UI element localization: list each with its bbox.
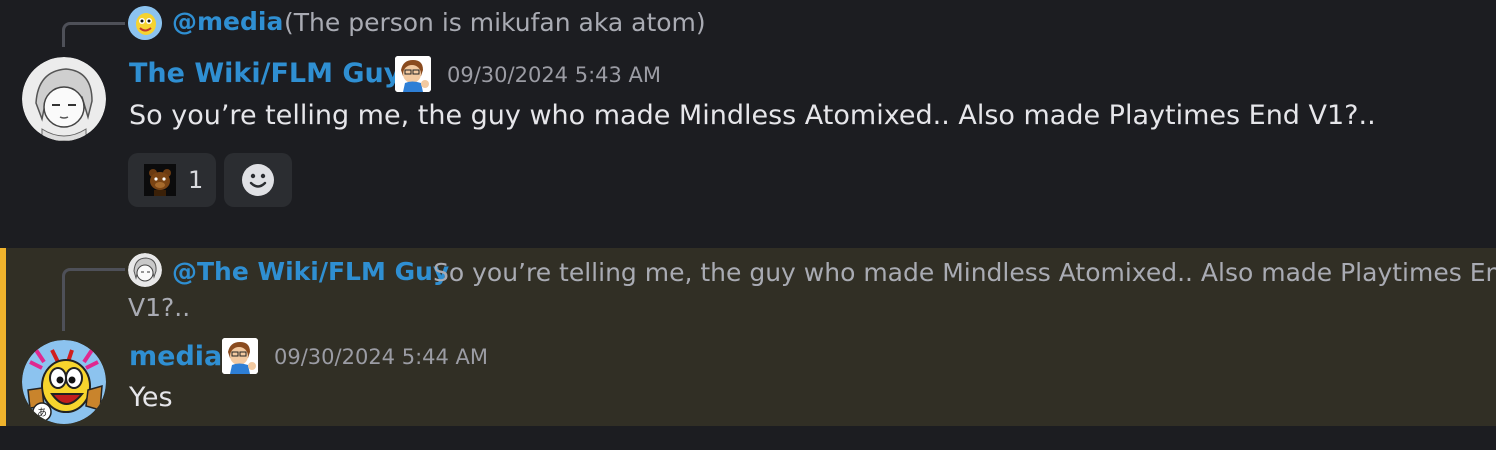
message-timestamp[interactable]: 09/30/2024 5:44 AM <box>274 345 488 369</box>
add-reaction-button[interactable] <box>224 153 292 207</box>
reply-connector <box>62 22 125 47</box>
reply-preview-text[interactable]: So you’re telling me, the guy who made M… <box>433 258 1496 287</box>
reaction-button[interactable]: 1 <box>128 153 216 207</box>
message-content: So you’re telling me, the guy who made M… <box>129 100 1376 131</box>
reply-preview-text[interactable]: (The person is mikufan aka atom) <box>284 8 706 37</box>
message-timestamp[interactable]: 09/30/2024 5:43 AM <box>447 63 661 87</box>
reply-author-mention[interactable]: @media <box>172 7 283 36</box>
message-content: Yes <box>129 382 173 413</box>
reply-avatar[interactable] <box>128 6 162 40</box>
reply-connector <box>62 268 125 331</box>
mention-highlight-bar <box>0 248 6 426</box>
reply-avatar[interactable] <box>128 253 162 287</box>
avatar[interactable] <box>22 57 106 141</box>
message-item-mentioned[interactable]: @The Wiki/FLM Guy So you’re telling me, … <box>0 248 1496 426</box>
reply-preview-text-continued[interactable]: V1?.. <box>128 293 190 322</box>
svg-text:あ: あ <box>37 407 47 419</box>
bear-emoji-icon <box>144 164 176 196</box>
author-name[interactable]: media <box>129 341 222 372</box>
role-icon[interactable] <box>395 56 431 92</box>
role-icon[interactable] <box>222 338 258 374</box>
reply-author-mention[interactable]: @The Wiki/FLM Guy <box>172 257 449 286</box>
reaction-count: 1 <box>188 166 204 194</box>
author-name[interactable]: The Wiki/FLM Guy <box>129 58 401 89</box>
avatar[interactable]: あ <box>22 340 106 424</box>
message-item[interactable]: @media (The person is mikufan aka atom) … <box>0 0 1496 248</box>
smiley-icon <box>242 164 274 196</box>
